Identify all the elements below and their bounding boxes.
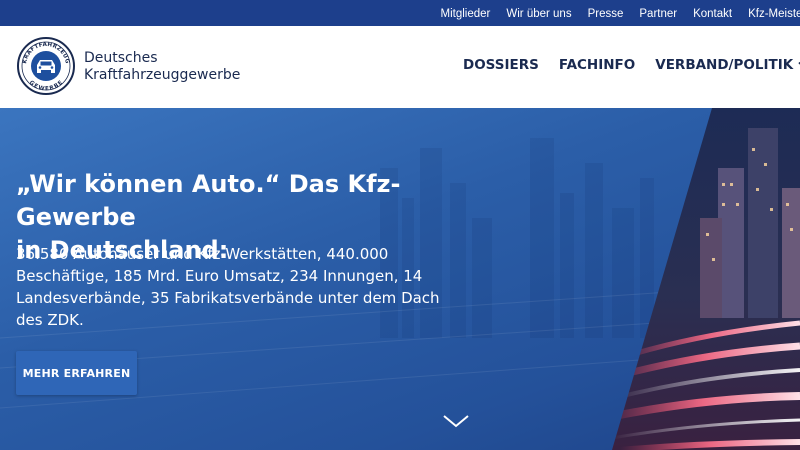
- site-header: KRAFTFAHRZEUG GEWERBE Deutsches Kraftfah…: [0, 26, 800, 109]
- hero-title-line-1: „Wir können Auto.“ Das Kfz-Gewerbe: [16, 170, 401, 231]
- chevron-down-icon[interactable]: [441, 411, 471, 431]
- nav-item-label: VERBAND/POLITIK: [655, 57, 794, 73]
- top-utility-bar: Mitglieder Wir über uns Presse Partner K…: [0, 0, 800, 26]
- hero-description: 36.580 Autohäuser und Kfz-Werkstätten, 4…: [16, 245, 440, 329]
- nav-item-dossiers[interactable]: DOSSIERS: [463, 57, 539, 73]
- logo-wordmark[interactable]: Deutsches Kraftfahrzeuggewerbe: [84, 50, 240, 84]
- utility-link-kfz-meisters[interactable]: Kfz-Meisters: [748, 8, 800, 20]
- main-nav: DOSSIERS FACHINFO VERBAND/POLITIK IN: [463, 57, 800, 73]
- utility-nav: Mitglieder Wir über uns Presse Partner K…: [425, 4, 800, 22]
- nav-item-label: FACHINFO: [558, 57, 636, 73]
- hero-banner: „Wir können Auto.“ Das Kfz-Gewerbe in De…: [0, 108, 800, 450]
- nav-item-label: DOSSIERS: [463, 57, 539, 73]
- logo-emblem[interactable]: KRAFTFAHRZEUG GEWERBE: [16, 36, 76, 96]
- car-emblem-icon: KRAFTFAHRZEUG GEWERBE: [17, 37, 75, 95]
- utility-link-presse[interactable]: Presse: [588, 8, 624, 20]
- nav-item-fachinfo[interactable]: FACHINFO: [559, 57, 635, 73]
- utility-link-kontakt[interactable]: Kontakt: [693, 8, 732, 20]
- mehr-erfahren-button[interactable]: MEHR ERFAHREN: [16, 351, 137, 395]
- utility-link-mitglieder[interactable]: Mitglieder: [441, 8, 491, 20]
- logo-line-2: Kraftfahrzeuggewerbe: [84, 67, 241, 83]
- logo-line-1: Deutsches: [84, 50, 158, 66]
- nav-item-verband-politik[interactable]: VERBAND/POLITIK: [655, 57, 800, 73]
- utility-link-partner[interactable]: Partner: [639, 8, 677, 20]
- utility-link-wir-ueber-uns[interactable]: Wir über uns: [506, 8, 571, 20]
